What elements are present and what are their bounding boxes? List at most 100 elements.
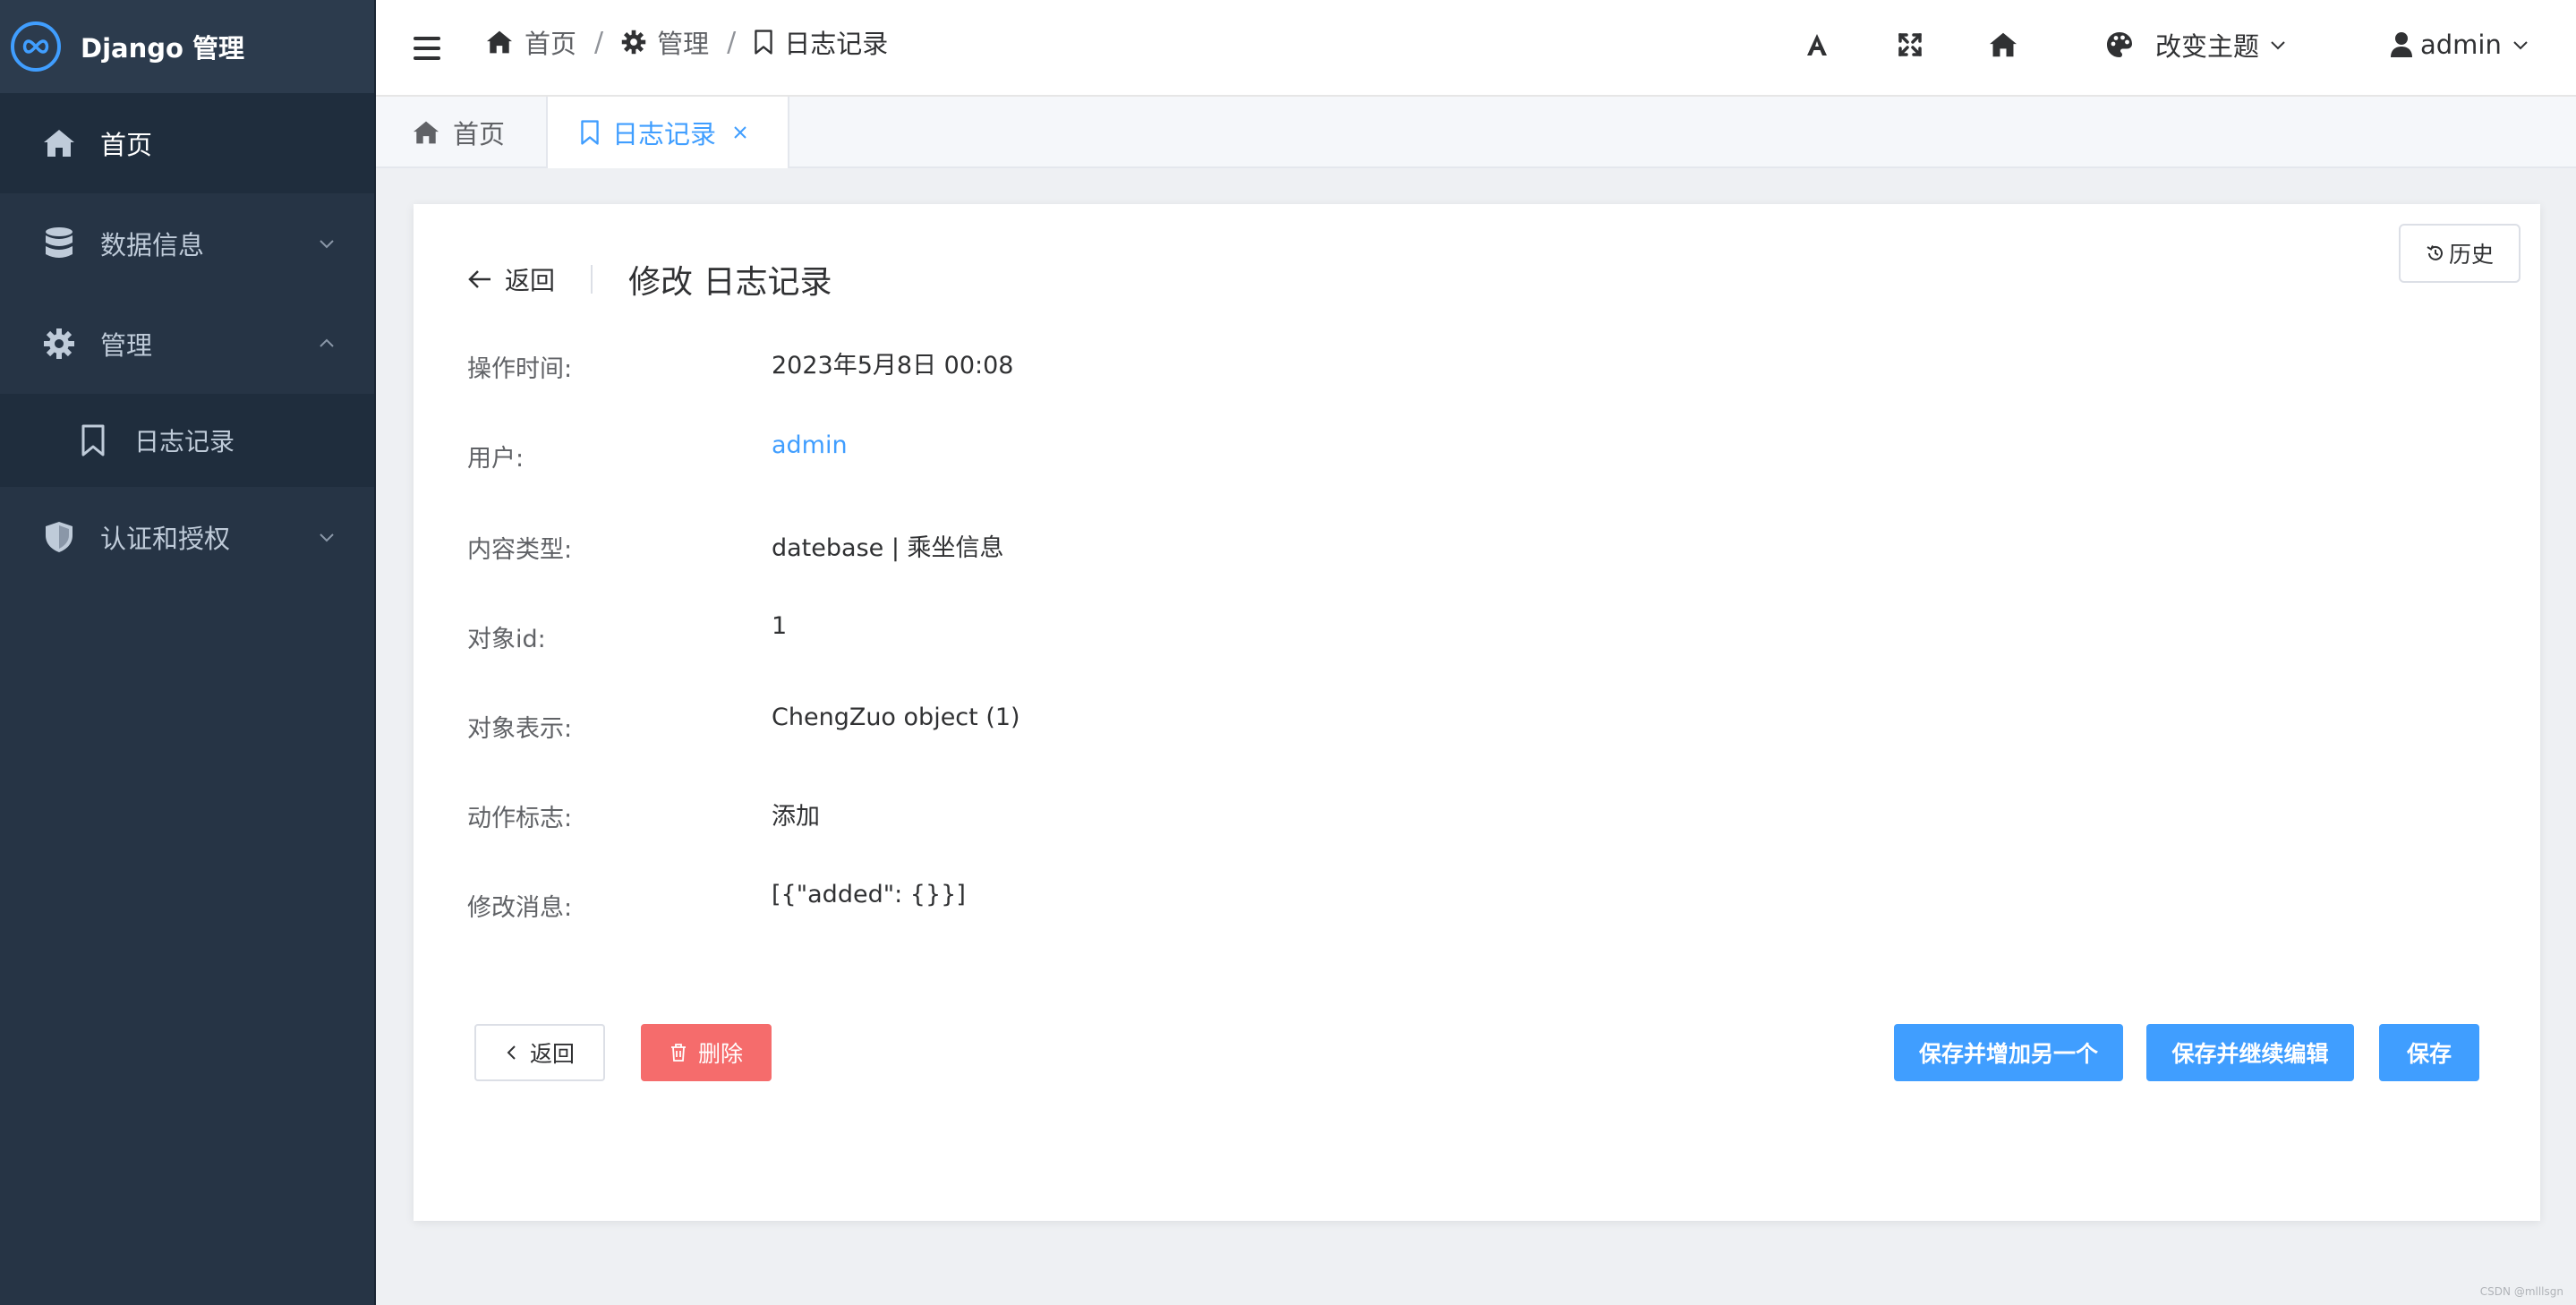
field-object-repr: 对象表示: ChengZuo object (1) [467,704,1020,744]
theme-dropdown[interactable]: 改变主题 [2105,23,2288,66]
breadcrumb-home[interactable]: 首页 [485,23,576,61]
tab-label: 日志记录 [612,119,717,149]
sidebar-item-data[interactable]: 数据信息 [0,193,376,294]
breadcrumb: 首页 / 管理 / 日志记录 [485,23,888,61]
breadcrumb-label: 日志记录 [784,29,889,59]
infinity-logo-icon [11,21,61,72]
sidebar-item-label: 认证和授权 [100,524,231,554]
arrow-left-icon [468,270,490,288]
breadcrumb-admin[interactable]: 管理 [621,23,709,61]
field-label: 操作时间: [467,355,573,383]
field-value: 添加 [772,803,820,831]
back-button-label: 返回 [529,1041,575,1067]
sidebar-item-label: 管理 [100,330,153,361]
breadcrumb-separator: / [594,26,604,58]
chevron-down-icon [320,533,334,542]
brand-title: Django 管理 [81,33,245,64]
bookmark-icon [77,422,109,458]
breadcrumb-current: 日志记录 [754,23,888,61]
sidebar-item-label: 数据信息 [100,230,205,260]
field-change-message: 修改消息: [{"added": {}}] [467,881,966,923]
chevron-up-icon [320,338,334,347]
home-icon [487,30,512,54]
save-add-another-button[interactable]: 保存并增加另一个 [1894,1024,2123,1081]
sidebar-item-label: 首页 [100,130,153,160]
database-icon [41,226,77,261]
field-value: ChengZuo object (1) [772,704,1020,731]
sidebar-item-auth[interactable]: 认证和授权 [0,487,376,587]
sidebar-item-logentry[interactable]: 日志记录 [0,394,376,487]
field-value: 1 [772,612,788,640]
close-icon[interactable] [732,124,748,141]
delete-button-label: 删除 [697,1041,743,1067]
top-header: 首页 / 管理 / 日志记录 改变主题 admin [376,0,2576,97]
home-button[interactable] [1983,25,2023,64]
theme-label: 改变主题 [2155,31,2260,62]
bookmark-icon [581,120,599,145]
field-value: [{"added": {}}] [772,881,966,908]
back-link-label: 返回 [505,266,556,295]
home-icon [41,125,77,161]
gear-icon [41,326,77,362]
chevron-down-icon [2513,41,2528,50]
header-divider [591,265,593,294]
history-label: 历史 [2448,242,2494,268]
font-size-button[interactable] [1797,25,1837,64]
bookmark-icon [755,30,772,55]
watermark: CSDN @mlllsgn [2479,1285,2563,1298]
sidebar-item-admin[interactable]: 管理 [0,294,376,394]
chevron-left-icon [507,1045,516,1060]
field-value: 2023年5月8日 00:08 [772,352,1014,380]
font-icon [1807,34,1827,55]
breadcrumb-label: 管理 [657,29,710,59]
username: admin [2420,30,2502,60]
gear-icon [621,30,646,55]
sidebar: Django 管理 首页 数据信息 管理 日志记录 认证和授权 [0,0,376,1305]
back-button[interactable]: 返回 [474,1024,605,1081]
breadcrumb-label: 首页 [525,29,577,59]
tab-bar: 首页 日志记录 [376,97,2576,168]
page-title: 修改 日志记录 [628,264,832,301]
fullscreen-button[interactable] [1890,25,1930,64]
field-action-flag: 动作标志: 添加 [467,798,820,833]
chevron-down-icon [320,240,334,249]
field-label: 对象表示: [467,715,573,743]
trash-icon [670,1044,686,1062]
user-dropdown[interactable]: admin [2390,23,2530,66]
save-continue-label: 保存并继续编辑 [2171,1041,2329,1067]
save-button[interactable]: 保存 [2379,1024,2479,1081]
palette-icon [2107,32,2132,57]
field-label: 对象id: [467,626,546,653]
field-content-type: 内容类型: datebase | 乘坐信息 [467,530,1004,565]
save-label: 保存 [2406,1041,2452,1067]
field-action-time: 操作时间: 2023年5月8日 00:08 [467,349,1013,384]
back-link[interactable]: 返回 [467,261,555,297]
home-icon [1990,32,2017,57]
save-add-another-label: 保存并增加另一个 [1918,1041,2098,1067]
sidebar-item-home[interactable]: 首页 [0,93,376,193]
page-header: 返回 修改 日志记录 [467,256,832,303]
tab-label: 首页 [453,119,506,149]
brand[interactable]: Django 管理 [0,0,376,93]
field-value: datebase | 乘坐信息 [772,534,1004,562]
history-button[interactable]: 历史 [2399,224,2521,283]
hamburger-menu-icon[interactable] [414,30,440,66]
sidebar-border [374,0,376,1305]
tab-logentry[interactable]: 日志记录 [546,97,789,168]
history-icon [2427,245,2443,260]
field-label: 用户: [467,445,525,473]
shield-icon [41,519,77,555]
home-icon [414,121,439,144]
change-form-card: 历史 返回 修改 日志记录 操作时间: 2023年5月8日 00:08 用户: … [414,204,2540,1221]
save-continue-button[interactable]: 保存并继续编辑 [2146,1024,2354,1081]
field-object-id: 对象id: 1 [467,612,787,654]
expand-icon [1898,33,1922,56]
field-user: 用户: admin [467,431,848,473]
delete-button[interactable]: 删除 [641,1024,772,1081]
user-link[interactable]: admin [772,431,848,473]
breadcrumb-separator: / [727,26,737,58]
chevron-down-icon [2271,41,2285,50]
field-label: 动作标志: [467,805,573,832]
tab-home[interactable]: 首页 [412,97,505,168]
sidebar-item-label: 日志记录 [134,427,235,456]
